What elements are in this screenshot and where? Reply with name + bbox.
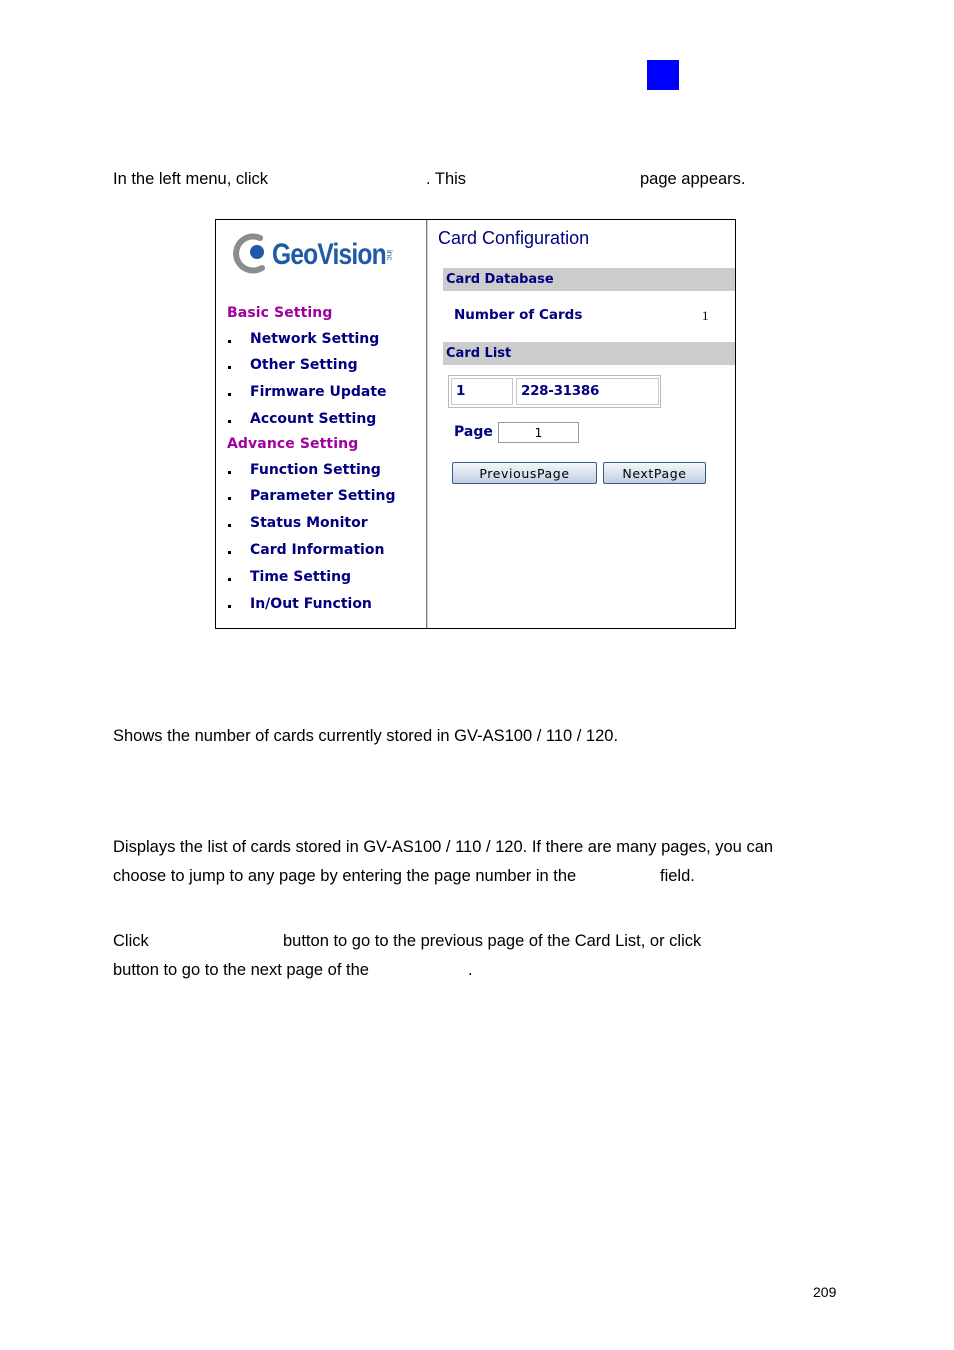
menu-item-in-out-function[interactable]: In/Out Function [228,596,372,612]
buttons-description-next: button to go to the next page of the [113,961,369,979]
number-of-cards-label: Number of Cards [454,307,583,323]
bullet-icon [228,523,231,527]
intro-text-2: . This [426,170,467,188]
bullet-icon [228,365,231,369]
bullet-icon [228,550,231,554]
geovision-logo: GeoVision inc [230,232,405,276]
card-list-description-end: field. [660,867,695,885]
card-list-table: 1 228-31386 [448,375,661,408]
chapter-marker [647,60,679,90]
menu-item-firmware-update[interactable]: Firmware Update [228,384,387,400]
card-list-description-line2: choose to jump to any page by entering t… [113,862,695,891]
intro-text-1: In the left menu, click [113,170,268,188]
logo-wordmark: GeoVision [272,238,387,271]
page-number-input[interactable] [498,422,579,443]
buttons-description-line1: Click button to go to the previous page … [113,927,701,956]
bullet-icon [228,392,231,396]
menu-heading-advance-setting[interactable]: Advance Setting [227,436,358,452]
buttons-description-click: Click [113,932,149,950]
card-list-header: Card List [443,342,735,365]
bullet-icon [228,419,231,423]
bullet-icon [228,577,231,581]
card-database-header: Card Database [443,268,735,291]
geovision-logo-icon [233,233,265,274]
next-page-button[interactable]: NextPage [603,462,706,484]
page-title: Card Configuration [438,228,590,248]
bullet-icon [228,496,231,500]
buttons-description-end: . [468,961,473,979]
buttons-description-line2: button to go to the next page of the . [113,956,473,985]
bullet-icon [228,339,231,343]
card-list-description-line1: Displays the list of cards stored in GV-… [113,838,774,856]
menu-heading-basic-setting[interactable]: Basic Setting [227,305,332,321]
menu-item-other-setting[interactable]: Other Setting [228,357,358,373]
card-number-cell: 228-31386 [516,378,659,405]
page-label: Page [454,424,493,440]
menu-item-status-monitor[interactable]: Status Monitor [228,515,368,531]
number-of-cards-description: Shows the number of cards currently stor… [113,727,619,745]
logo-inc: inc [385,250,394,261]
menu-item-time-setting[interactable]: Time Setting [228,569,351,585]
menu-item-account-setting[interactable]: Account Setting [228,411,376,427]
menu-item-network-setting[interactable]: Network Setting [228,331,379,347]
menu-item-card-information[interactable]: Card Information [228,542,384,558]
card-configuration-screenshot: GeoVision inc Basic Setting Network Sett… [215,219,736,629]
menu-item-parameter-setting[interactable]: Parameter Setting [228,488,395,504]
previous-page-button[interactable]: PreviousPage [452,462,597,484]
intro-text-3: page appears. [640,170,746,188]
card-configuration-panel: Card Configuration Card Database Number … [428,220,735,628]
page-number: 209 [813,1284,837,1300]
card-list-description-text: choose to jump to any page by entering t… [113,867,577,885]
bullet-icon [228,470,231,474]
left-menu: GeoVision inc Basic Setting Network Sett… [216,220,426,628]
number-of-cards-value: 1 [702,308,709,323]
card-id-cell: 1 [451,378,513,405]
menu-item-function-setting[interactable]: Function Setting [228,462,381,478]
buttons-description-previous: button to go to the previous page of the… [283,932,702,950]
bullet-icon [228,604,231,608]
